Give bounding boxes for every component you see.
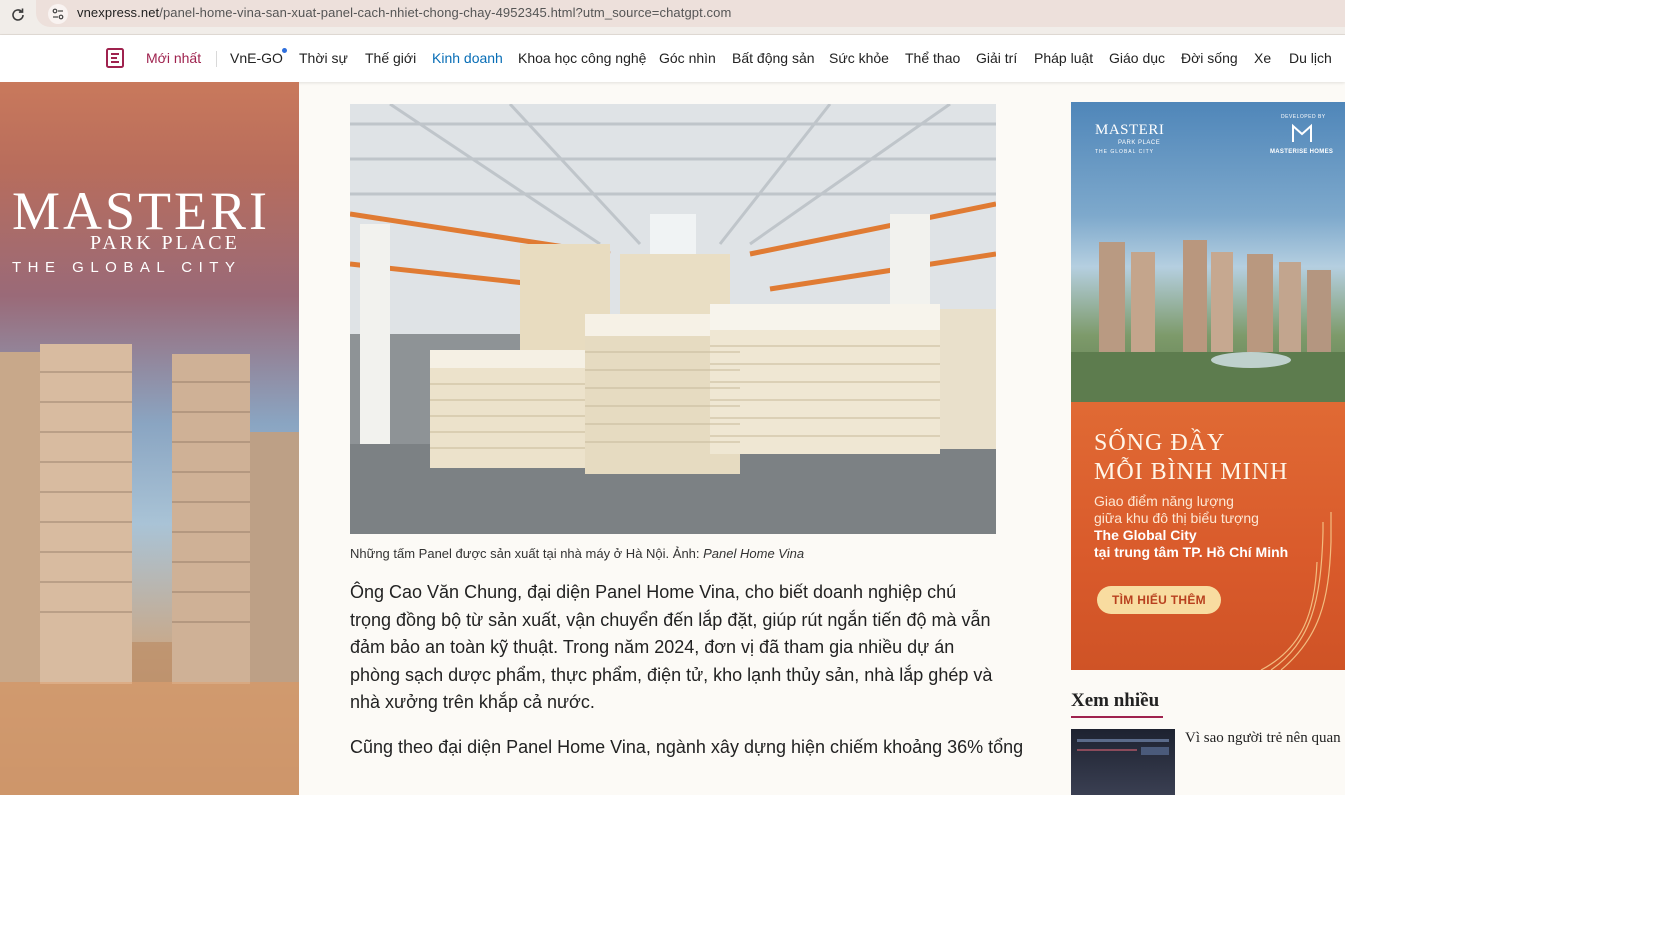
article-photo	[350, 104, 996, 534]
right-ad-cta-button[interactable]: TÌM HIỂU THÊM	[1097, 586, 1221, 614]
site-info-icon[interactable]	[48, 4, 68, 24]
right-ad-body-line1: Giao điểm năng lượng	[1094, 493, 1234, 509]
url-host: vnexpress.net	[77, 5, 160, 20]
nav-item-kinh-doanh[interactable]: Kinh doanh	[432, 50, 503, 66]
nav-item-giao-duc[interactable]: Giáo dục	[1109, 50, 1165, 66]
new-indicator-dot	[282, 48, 287, 53]
nav-item-doi-song[interactable]: Đời sống	[1181, 50, 1238, 66]
right-ad-photo: MASTERI PARK PLACE THE GLOBAL CITY DEVEL…	[1071, 102, 1345, 402]
most-viewed-title: Xem nhiều	[1071, 690, 1160, 711]
most-viewed-thumbnail[interactable]	[1071, 729, 1175, 795]
right-ad-headline-line2: MỖI BÌNH MINH	[1094, 459, 1289, 485]
right-ad-body-line3: The Global City	[1094, 527, 1197, 543]
caption-text: Những tấm Panel được sản xuất tại nhà má…	[350, 546, 704, 561]
nav-item-the-thao[interactable]: Thể thao	[905, 50, 960, 66]
left-ad-brand-name: MASTERI	[12, 181, 271, 241]
right-ad-logo-sub2: THE GLOBAL CITY	[1095, 149, 1154, 155]
right-ad-logo-sub: PARK PLACE	[1118, 140, 1161, 146]
photo-caption: Những tấm Panel được sản xuất tại nhà má…	[350, 546, 1010, 561]
vnexpress-logo-icon[interactable]	[106, 48, 124, 68]
url-field[interactable]: vnexpress.net/panel-home-vina-san-xuat-p…	[36, 0, 1345, 27]
nav-item-phap-luat[interactable]: Pháp luật	[1034, 50, 1093, 66]
nav-item-xe[interactable]: Xe	[1254, 50, 1271, 66]
left-ad-brand: MASTERI PARK PLACE THE GLOBAL CITY	[12, 184, 270, 276]
right-ad-body: Giao điểm năng lượng giữa khu đô thị biể…	[1094, 493, 1288, 561]
right-ad-headline-line1: SỐNG ĐẦY	[1094, 430, 1226, 456]
right-ad-towers-illustration	[1071, 240, 1345, 402]
right-ad-body-line2: giữa khu đô thị biểu tượng	[1094, 510, 1259, 526]
right-banner-ad[interactable]: MASTERI PARK PLACE THE GLOBAL CITY DEVEL…	[1071, 102, 1345, 670]
nav-item-thoi-su[interactable]: Thời sự	[299, 50, 348, 66]
factory-panels-illustration	[350, 104, 996, 534]
article-paragraph: Cũng theo đại diện Panel Home Vina, ngàn…	[350, 737, 1024, 757]
nav-item-vne-go[interactable]: VnE-GO	[230, 50, 283, 66]
right-ad-logo: MASTERI	[1095, 122, 1165, 138]
right-ad-dev-label: DEVELOPED BY	[1281, 114, 1326, 120]
most-viewed-underline	[1071, 716, 1163, 718]
right-ad-headline: SỐNG ĐẦY MỖI BÌNH MINH	[1094, 429, 1288, 487]
nav-item-the-gioi[interactable]: Thế giới	[365, 50, 416, 66]
browser-viewport: vnexpress.net/panel-home-vina-san-xuat-p…	[0, 0, 1345, 795]
nav-item-giai-tri[interactable]: Giải trí	[976, 50, 1017, 66]
address-bar: vnexpress.net/panel-home-vina-san-xuat-p…	[0, 0, 1345, 35]
nav-item-goc-nhin[interactable]: Góc nhìn	[659, 50, 716, 66]
nav-item-bat-dong-san[interactable]: Bất động sản	[732, 50, 815, 66]
most-viewed-item-title[interactable]: Vì sao người trẻ nên quan	[1185, 730, 1341, 747]
nav-item-du-lich[interactable]: Du lịch	[1289, 50, 1332, 66]
left-banner-ad[interactable]: MASTERI PARK PLACE THE GLOBAL CITY	[0, 82, 299, 795]
url-path: /panel-home-vina-san-xuat-panel-cach-nhi…	[159, 5, 732, 20]
caption-credit: Panel Home Vina	[703, 546, 805, 561]
masterise-logo-icon	[1291, 122, 1313, 144]
right-ad-dev-name: MASTERISE HOMES	[1270, 149, 1334, 155]
nav-item-khoa-hoc-cong-nghe[interactable]: Khoa học công nghệ	[518, 50, 646, 66]
nav-moi-nhat[interactable]: Mới nhất	[146, 50, 201, 66]
nav-item-suc-khoe[interactable]: Sức khỏe	[829, 50, 889, 66]
url-text: vnexpress.net/panel-home-vina-san-xuat-p…	[77, 5, 731, 20]
article-paragraph: Ông Cao Văn Chung, đại diện Panel Home V…	[350, 582, 993, 712]
left-ad-brand-line3: THE GLOBAL CITY	[12, 259, 242, 276]
right-ad-body-line4: tại trung tâm TP. Hồ Chí Minh	[1094, 544, 1289, 560]
thumbnail-image	[1077, 739, 1169, 755]
main-nav: Mới nhất VnE-GO Thời sự Thế giới Kinh do…	[0, 35, 1345, 82]
nav-divider	[216, 51, 217, 67]
reload-icon[interactable]	[8, 5, 28, 25]
